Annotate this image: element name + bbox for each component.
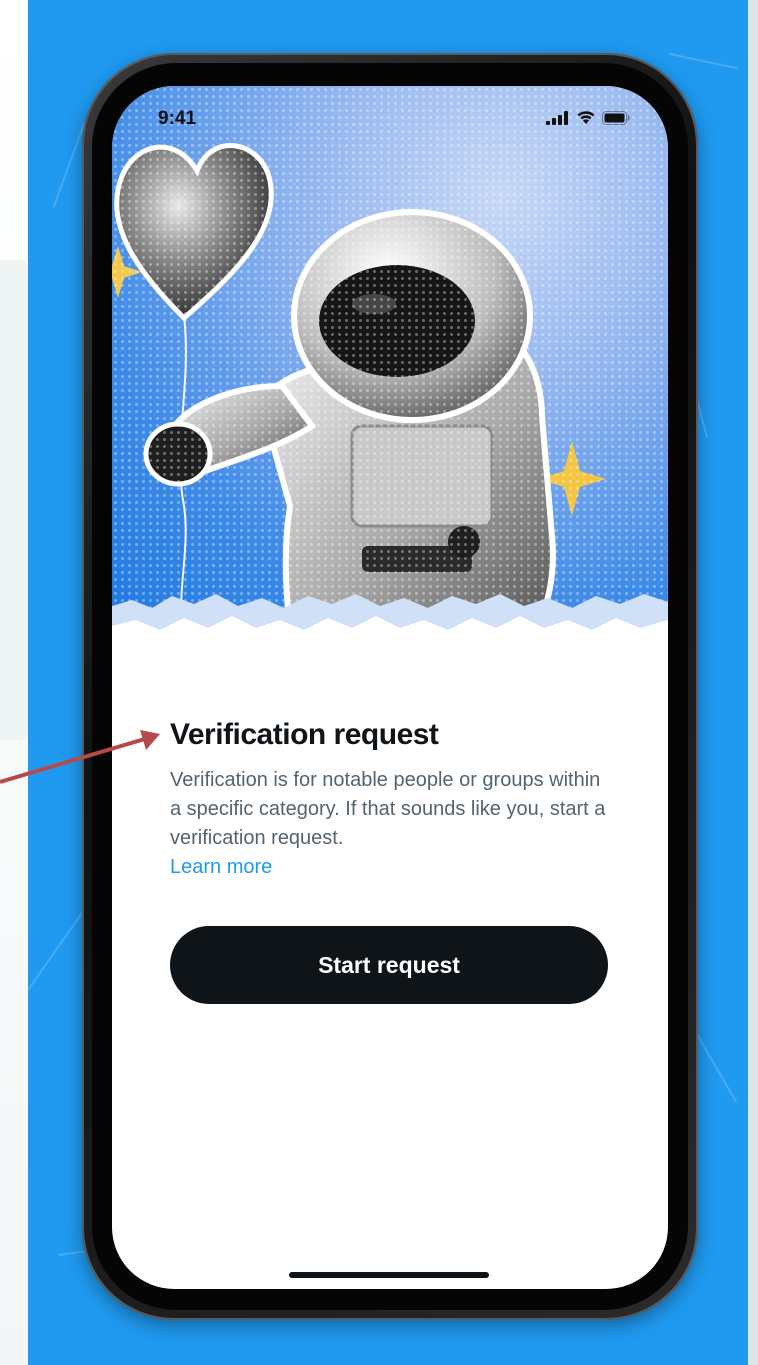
left-backdrop-panel: [0, 0, 28, 1365]
phone-screen: 9:41 Verification request Verification i…: [112, 86, 668, 1289]
verification-description: Verification is for notable people or gr…: [170, 766, 610, 882]
stage: 9:41 Verification request Verification i…: [0, 0, 758, 1365]
status-time: 9:41: [158, 108, 197, 129]
torn-paper-edge: [112, 594, 668, 646]
wifi-icon: [577, 111, 595, 124]
status-icons: [546, 110, 630, 125]
battery-icon: [602, 110, 630, 125]
cellular-signal-icon: [546, 110, 568, 125]
description-text: Verification is for notable people or gr…: [170, 769, 606, 849]
annotation-arrow: [0, 730, 160, 784]
texture-scratch: [668, 52, 738, 70]
start-request-button[interactable]: Start request: [170, 926, 608, 1004]
home-indicator[interactable]: [289, 1272, 489, 1278]
right-backdrop-edge: [748, 0, 758, 1365]
learn-more-link[interactable]: Learn more: [170, 853, 272, 882]
left-backdrop-card: [0, 260, 28, 740]
verification-content: Verification request Verification is for…: [170, 718, 610, 882]
texture-scratch: [52, 122, 86, 208]
texture-scratch: [28, 910, 85, 1010]
hero-illustration: [112, 86, 668, 646]
page-title: Verification request: [170, 718, 439, 751]
status-bar: 9:41: [112, 86, 668, 146]
halftone-pattern: [112, 86, 668, 646]
